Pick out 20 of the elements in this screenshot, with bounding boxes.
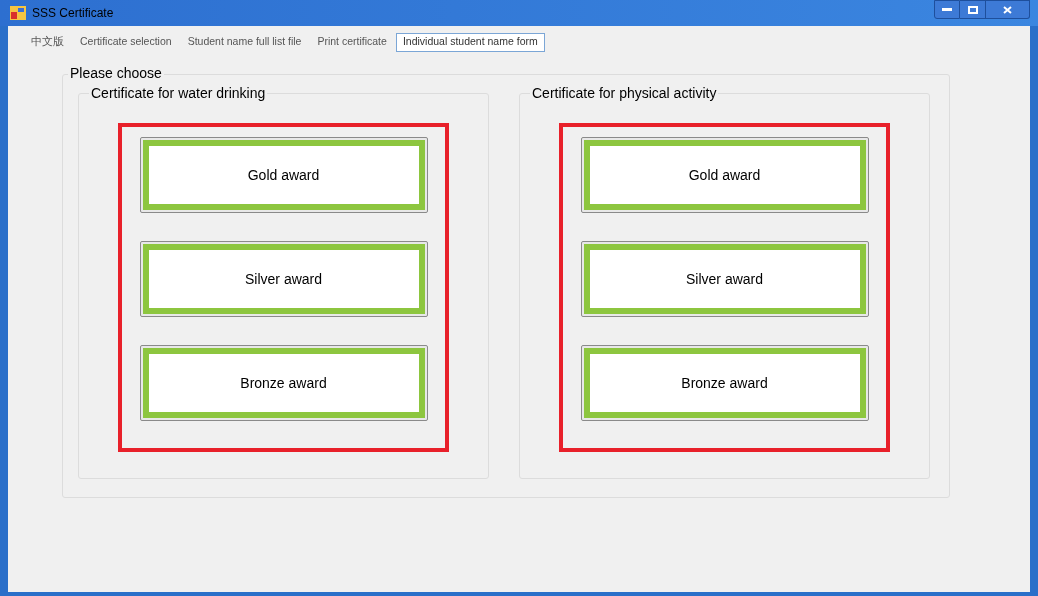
app-icon: [10, 6, 26, 20]
menu-item[interactable]: Print certificate: [310, 32, 394, 52]
close-icon: [1003, 5, 1012, 14]
award-button[interactable]: Bronze award: [580, 345, 869, 421]
minimize-button[interactable]: [934, 0, 960, 19]
window-title: SSS Certificate: [32, 5, 114, 22]
award-button[interactable]: Bronze award: [139, 345, 428, 421]
menu-item[interactable]: Individual student name form: [395, 32, 545, 52]
close-button[interactable]: [986, 0, 1030, 19]
award-button[interactable]: Silver award: [139, 241, 428, 317]
award-button[interactable]: Gold award: [139, 137, 428, 213]
menu-item[interactable]: Student name full list file: [180, 32, 309, 52]
group-title: Please choose: [68, 65, 164, 81]
section-title: Certificate for water drinking: [89, 85, 268, 101]
section-title: Certificate for physical activity: [530, 85, 719, 101]
menu-item[interactable]: 中文版: [24, 32, 71, 52]
award-button[interactable]: Gold award: [580, 137, 869, 213]
menu-item[interactable]: Certificate selection: [73, 32, 179, 52]
award-button[interactable]: Silver award: [580, 241, 869, 317]
maximize-button[interactable]: [960, 0, 986, 19]
